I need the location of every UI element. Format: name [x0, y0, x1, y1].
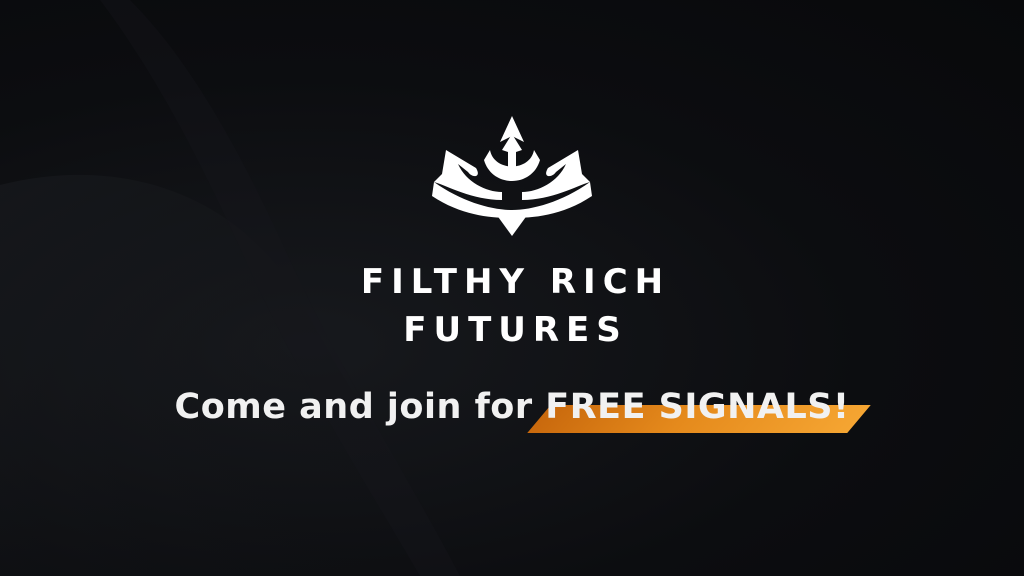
tagline-prefix: Come and join for	[174, 387, 546, 427]
tagline-highlight-text: FREE SIGNALS!	[545, 387, 850, 427]
tagline: Come and join for FREE SIGNALS!	[0, 383, 1024, 433]
tagline-highlight: FREE SIGNALS!	[527, 383, 872, 433]
brand-name-line2: FUTURES	[403, 310, 628, 350]
brand-name-line1: FILTHY RICH	[360, 262, 671, 302]
brand-name: FILTHY RICH FUTURES	[0, 258, 1024, 354]
promo-banner: FILTHY RICH FUTURES Come and join for FR…	[0, 0, 1024, 576]
crown-icon	[432, 116, 592, 236]
